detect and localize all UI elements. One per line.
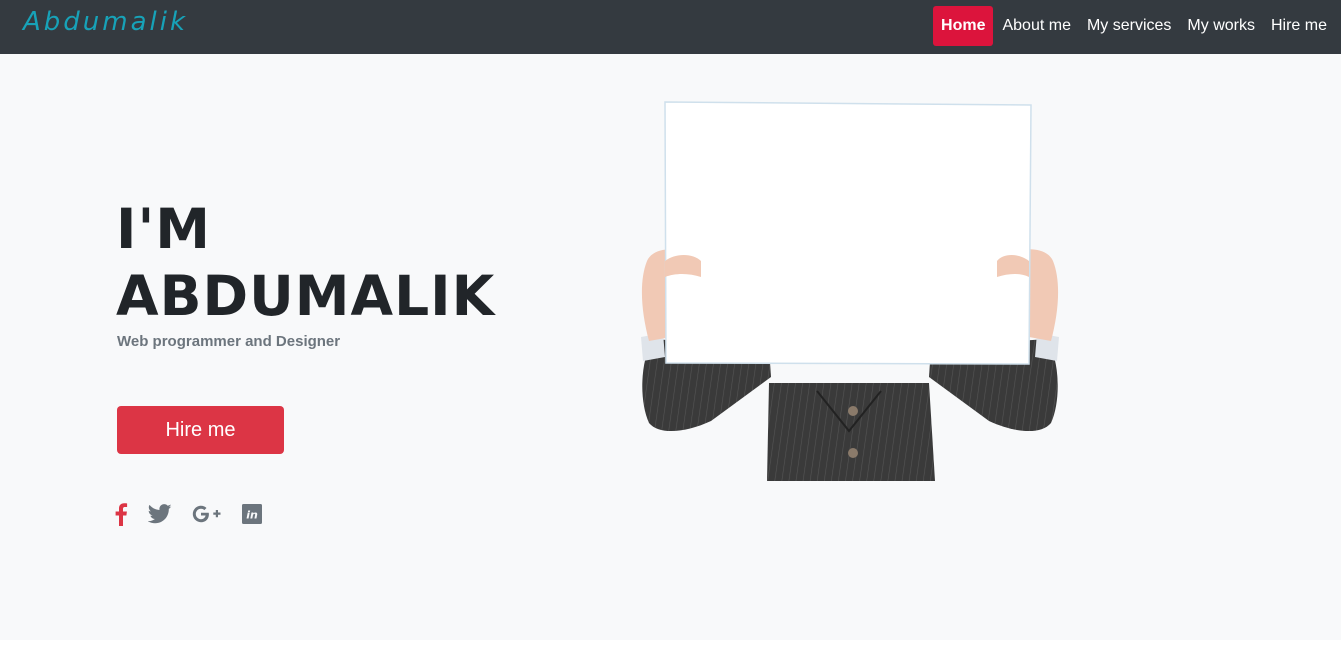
nav-home[interactable]: Home [933,6,994,46]
hero-image-person-holding-blank-sign [637,101,1063,481]
hero-title-line1: I'M [116,197,212,261]
hero-subtitle: Web programmer and Designer [117,333,341,350]
nav-my-services[interactable]: My services [1079,6,1179,46]
hero-title-line2: ABDUMALIK [116,264,496,328]
social-links: in [114,501,282,527]
nav-about-me[interactable]: About me [994,6,1078,46]
hero-title: I'M ABDUMALIK [116,196,495,330]
hero-section: I'M ABDUMALIK Web programmer and Designe… [0,54,1341,640]
svg-text:in: in [246,509,258,522]
hire-me-button[interactable]: Hire me [117,406,284,454]
nav-hire-me[interactable]: Hire me [1263,6,1335,46]
main-nav: Home About me My services My works Hire … [933,6,1335,46]
top-navbar: Abdumalik Home About me My services My w… [0,0,1341,54]
google-plus-icon[interactable] [192,505,222,523]
twitter-icon[interactable] [148,504,172,524]
brand-logo[interactable]: Abdumalik [23,7,188,37]
linkedin-icon[interactable]: in [242,504,262,524]
nav-my-works[interactable]: My works [1179,6,1263,46]
facebook-icon[interactable] [114,502,128,526]
